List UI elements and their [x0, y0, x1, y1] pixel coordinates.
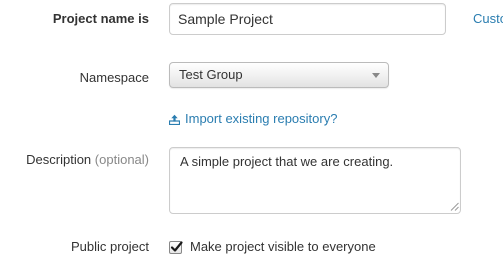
import-repository-link[interactable]: Import existing repository?: [169, 110, 337, 128]
public-project-checkbox-label: Make project visible to everyone: [190, 239, 376, 254]
customize-link[interactable]: Custo: [473, 10, 503, 28]
checkmark-icon: [170, 240, 183, 252]
namespace-selected-value: Test Group: [179, 67, 243, 82]
description-textarea[interactable]: A simple project that we are creating.: [169, 147, 461, 214]
new-project-form: Project name is Custo Namespace Test Gro…: [0, 0, 503, 270]
upload-icon: [169, 114, 180, 125]
project-name-input[interactable]: [169, 3, 446, 35]
public-project-checkbox[interactable]: [169, 240, 183, 254]
optional-hint: (optional): [94, 152, 149, 167]
description-label-text: Description: [26, 152, 92, 167]
description-label: Description (optional): [26, 151, 149, 169]
public-project-checkbox-row[interactable]: Make project visible to everyone: [169, 238, 376, 256]
chevron-down-icon: [372, 73, 380, 78]
import-repository-label: Import existing repository?: [185, 111, 338, 126]
project-name-label: Project name is: [52, 11, 149, 26]
public-project-label: Public project: [70, 239, 149, 254]
namespace-select[interactable]: Test Group: [169, 62, 389, 88]
namespace-label: Namespace: [79, 70, 149, 85]
